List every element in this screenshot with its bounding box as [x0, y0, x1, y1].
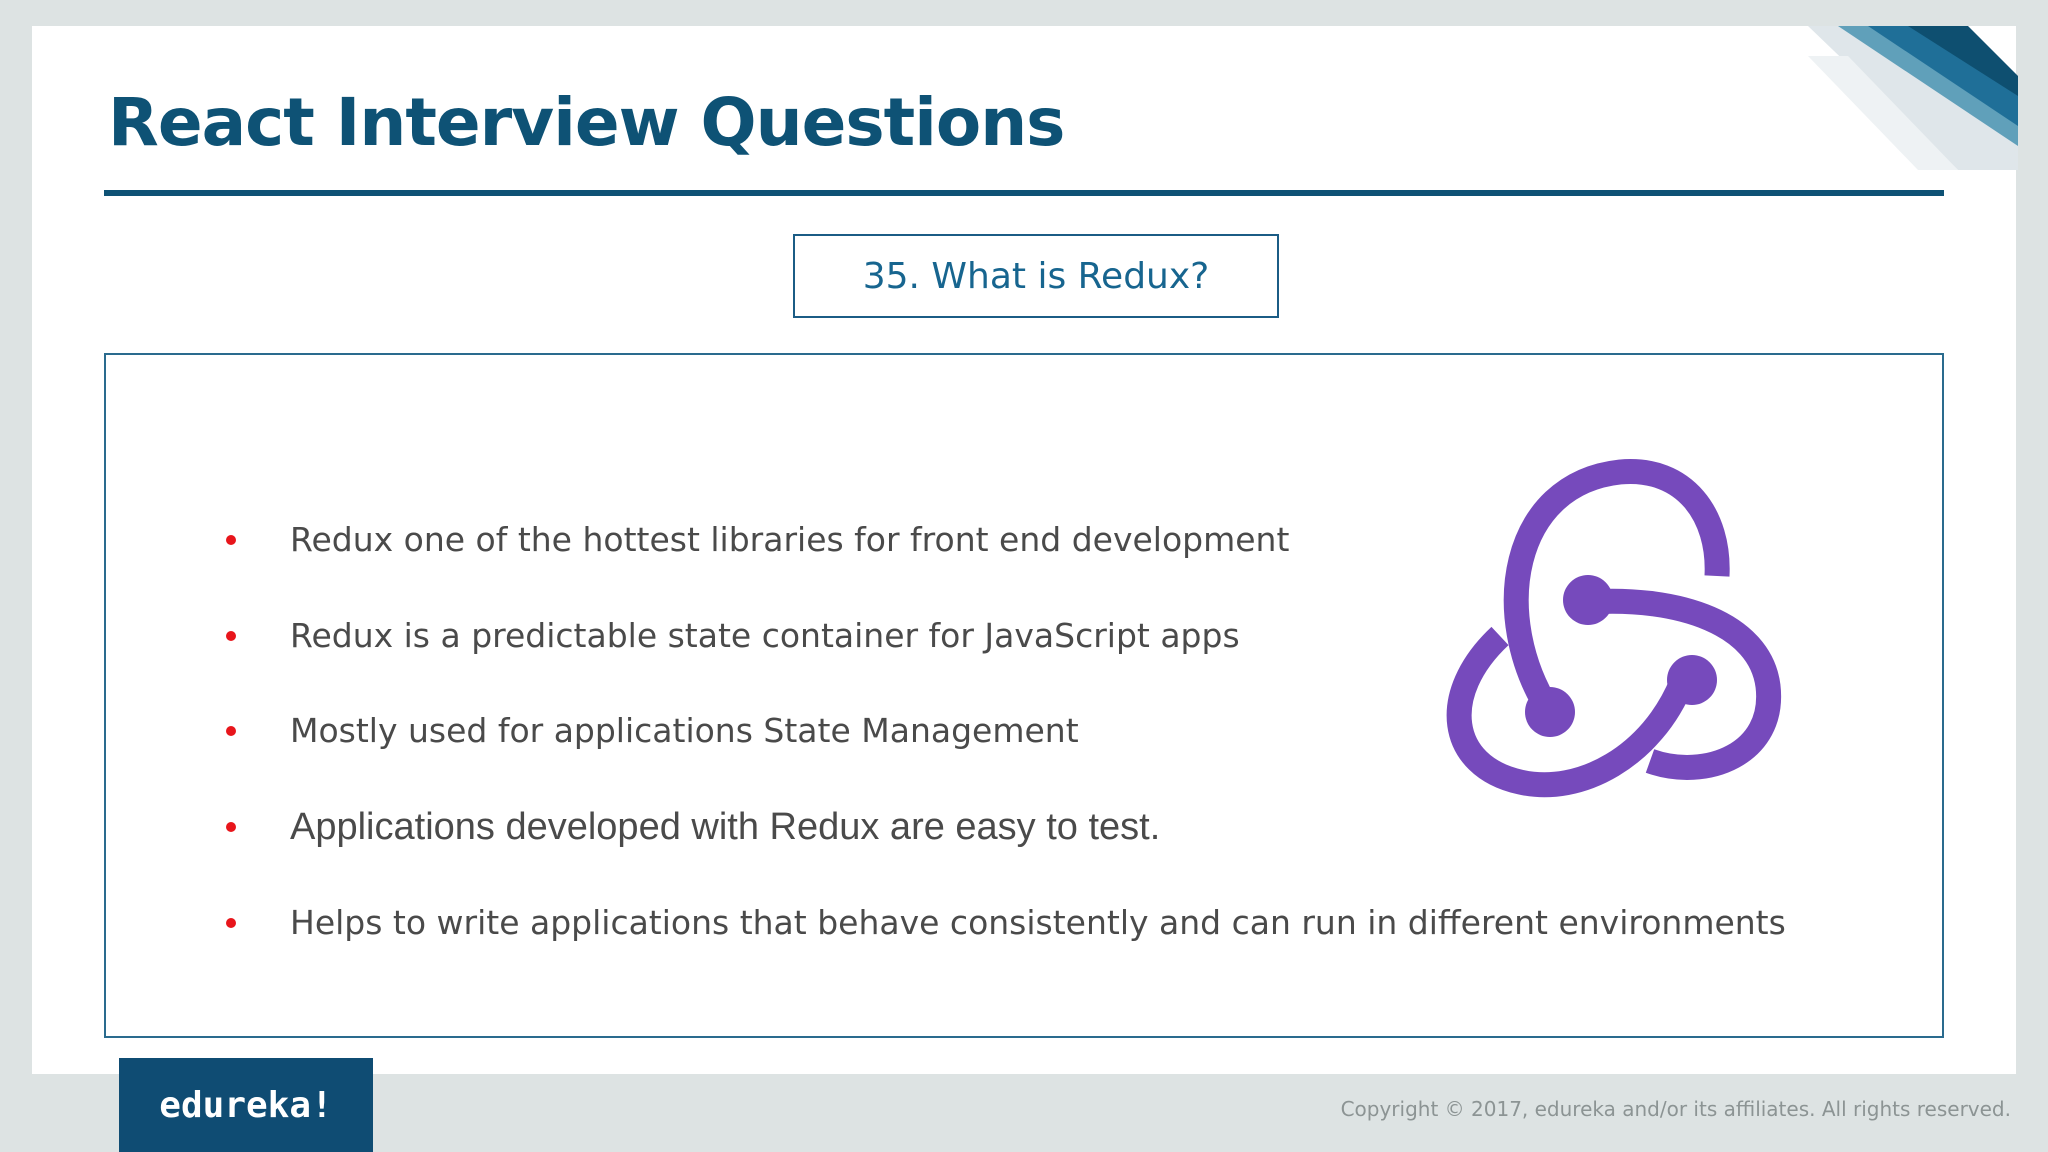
- bullet-marker: [226, 918, 236, 928]
- bullet-marker: [226, 822, 236, 832]
- copyright-text: Copyright © 2017, edureka and/or its aff…: [1340, 1097, 2011, 1121]
- question-text: 35. What is Redux?: [862, 255, 1210, 297]
- bullet-marker: [226, 631, 236, 641]
- bullet-text: Applications developed with Redux are ea…: [290, 806, 1161, 848]
- brand-text: edureka!: [159, 1084, 333, 1126]
- bullet-text: Redux is a predictable state container f…: [290, 616, 1240, 655]
- bullet-text: Helps to write applications that behave …: [290, 903, 1786, 942]
- bullet-marker: [226, 726, 236, 736]
- bullet-marker: [226, 535, 236, 545]
- edureka-logo: edureka!: [119, 1058, 373, 1152]
- slide-title: React Interview Questions: [108, 84, 1065, 161]
- title-divider: [104, 190, 1944, 196]
- redux-logo-icon: [1446, 459, 1782, 798]
- question-box: 35. What is Redux?: [793, 234, 1279, 318]
- corner-decoration: [1808, 26, 2018, 170]
- bullet-text: Redux one of the hottest libraries for f…: [290, 520, 1290, 559]
- bullet-text: Mostly used for applications State Manag…: [290, 711, 1079, 750]
